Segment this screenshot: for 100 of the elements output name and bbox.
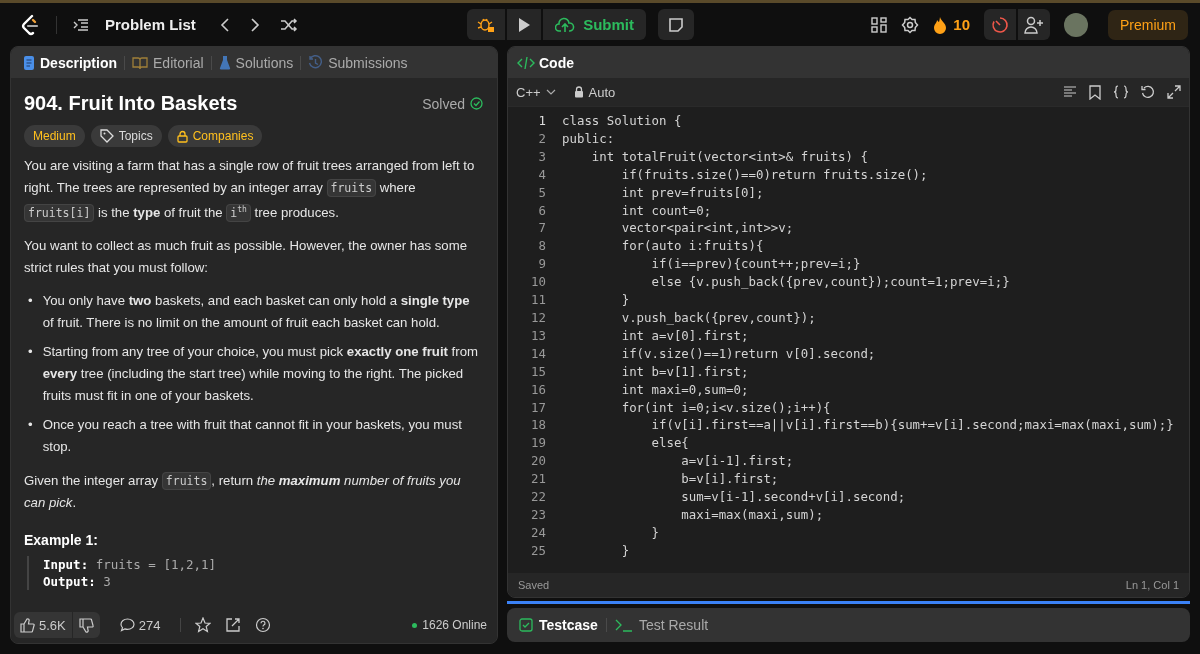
line-number: 2 [537,129,546,148]
add-user-icon [1024,15,1044,34]
format-icon[interactable] [1063,85,1077,99]
check-circle-icon [470,97,483,110]
online-count: 1626 Online [422,618,487,632]
code-line: public: [562,129,616,148]
code-line: if(fruits.size()==0)return fruits.size(); [620,165,929,184]
invite-button[interactable] [1018,9,1050,40]
description-paragraph: You are visiting a farm that has a single row of fruit trees arranged from left to right. The trees are represented by an integer array fruits where fruits[i] is the type of fruit the i$^{th}$ tree produces. [24,157,476,224]
language-dropdown[interactable]: C++ [516,84,556,100]
notes-button[interactable] [658,9,694,40]
timer-icon [991,15,1009,34]
solved-status: Solved [422,95,465,112]
star-icon[interactable] [195,617,212,633]
line-number: 21 [530,470,546,489]
line-number: 4 [537,165,546,184]
line-number: 13 [530,326,546,345]
book-icon [132,55,148,70]
panel-tab[interactable]: Description [19,54,121,71]
line-number: 8 [537,237,546,256]
panel-tab[interactable]: Testcase [517,617,600,633]
line-number: 14 [530,344,546,363]
premium-button[interactable]: Premium [1108,9,1188,40]
panel-title: Code [539,54,574,71]
run-button[interactable] [507,9,542,40]
bullet-marker: • [28,291,33,310]
avatar[interactable] [1064,12,1088,37]
line-number: 6 [537,201,546,220]
code-line: else{ [650,434,690,453]
lock-icon [573,86,584,98]
problem-list-button[interactable]: Problem List [99,16,202,33]
layout-icon[interactable] [871,16,888,33]
code-line: maxi=max(maxi,sum); [680,505,825,524]
expand-icon[interactable] [1167,85,1181,99]
panel-tab[interactable]: Solutions [214,54,298,71]
lock-icon [176,129,188,143]
difficulty-tag[interactable]: Medium [24,125,85,147]
panel-tab[interactable]: Editorial [128,54,208,71]
save-status: Saved [518,579,550,591]
panel-tab[interactable]: Submissions [304,54,412,71]
online-status-dot [412,622,418,628]
comments-button[interactable]: 274 [113,616,167,634]
code-line: if(v[i].first==a||v[i].first==b){sum+=v[i].second;maxi=max(maxi,sum);} [650,416,1175,435]
chevron-right-icon[interactable] [249,17,260,32]
timer-button[interactable] [984,9,1016,40]
example-heading: Example 1: [24,531,99,548]
line-number: 7 [537,219,546,238]
description-paragraph: Given the integer array fruits , return the maximum number of fruits you can pick. [24,470,462,512]
code-line: if(i==prev){count++;prev=i;} [650,255,862,274]
code-line: v.push_back({prev,count}); [620,308,817,327]
code-line: b=v[i].first; [680,470,780,489]
logo-icon[interactable] [20,13,40,36]
code-line: a=v[i-1].first; [680,452,795,471]
problem-title: 904. Fruit Into Baskets [24,92,238,115]
note-icon [668,16,684,33]
list-icon [73,17,89,32]
line-number: 19 [530,434,546,453]
document-icon [23,54,35,71]
example-line: Output: 3 [43,572,112,590]
bookmark-icon[interactable] [1089,84,1101,100]
flask-icon [218,55,231,70]
companies-button[interactable]: Companies [167,125,263,147]
thumbs-up-icon [20,617,35,633]
line-number: 12 [530,308,546,327]
shuffle-icon[interactable] [279,17,298,32]
bullet-marker: • [28,415,33,434]
code-line: for(int i=0;i<v.size();i++){ [620,398,832,417]
panel-tab[interactable]: Test Result [612,617,711,633]
debug-button[interactable] [467,9,506,40]
help-icon[interactable] [255,617,272,633]
chevron-left-icon[interactable] [219,17,230,32]
line-number: 9 [537,255,546,274]
code-line: int prev=fruits[0]; [620,183,765,202]
code-icon [517,55,535,70]
undo-icon[interactable] [1141,85,1155,99]
code-line: vector<pair<int,int>>v; [620,219,795,238]
play-icon [517,16,532,33]
code-line: if(v.size()==1)return v[0].second; [620,344,877,363]
submit-button[interactable]: Submit [543,9,646,40]
line-number: 5 [537,183,546,202]
streak-count: 10 [953,16,970,33]
share-icon[interactable] [225,617,242,633]
line-number: 17 [530,398,546,417]
line-number: 16 [530,380,546,399]
code-line: int count=0; [620,201,713,220]
code-line: for(auto i:fruits){ [620,237,765,256]
checkbox-icon [519,618,533,632]
line-number: 24 [530,523,546,542]
description-paragraph: You want to collect as much fruit as possible. However, the owner has some strict rules that you must follow: [24,236,468,277]
settings-icon[interactable] [901,15,920,34]
line-number: 3 [537,147,546,166]
line-number: 10 [530,273,546,292]
code-line: sum=v[i-1].second+v[i].second; [680,488,907,506]
braces-icon[interactable] [1113,85,1129,99]
line-number: 18 [530,416,546,435]
cursor-position: Ln 1, Col 1 [1125,579,1179,591]
mode-label: Auto [588,84,616,100]
topics-button[interactable]: Topics [90,125,162,147]
code-line: } [620,541,631,560]
thumbs-down-icon [78,617,94,633]
